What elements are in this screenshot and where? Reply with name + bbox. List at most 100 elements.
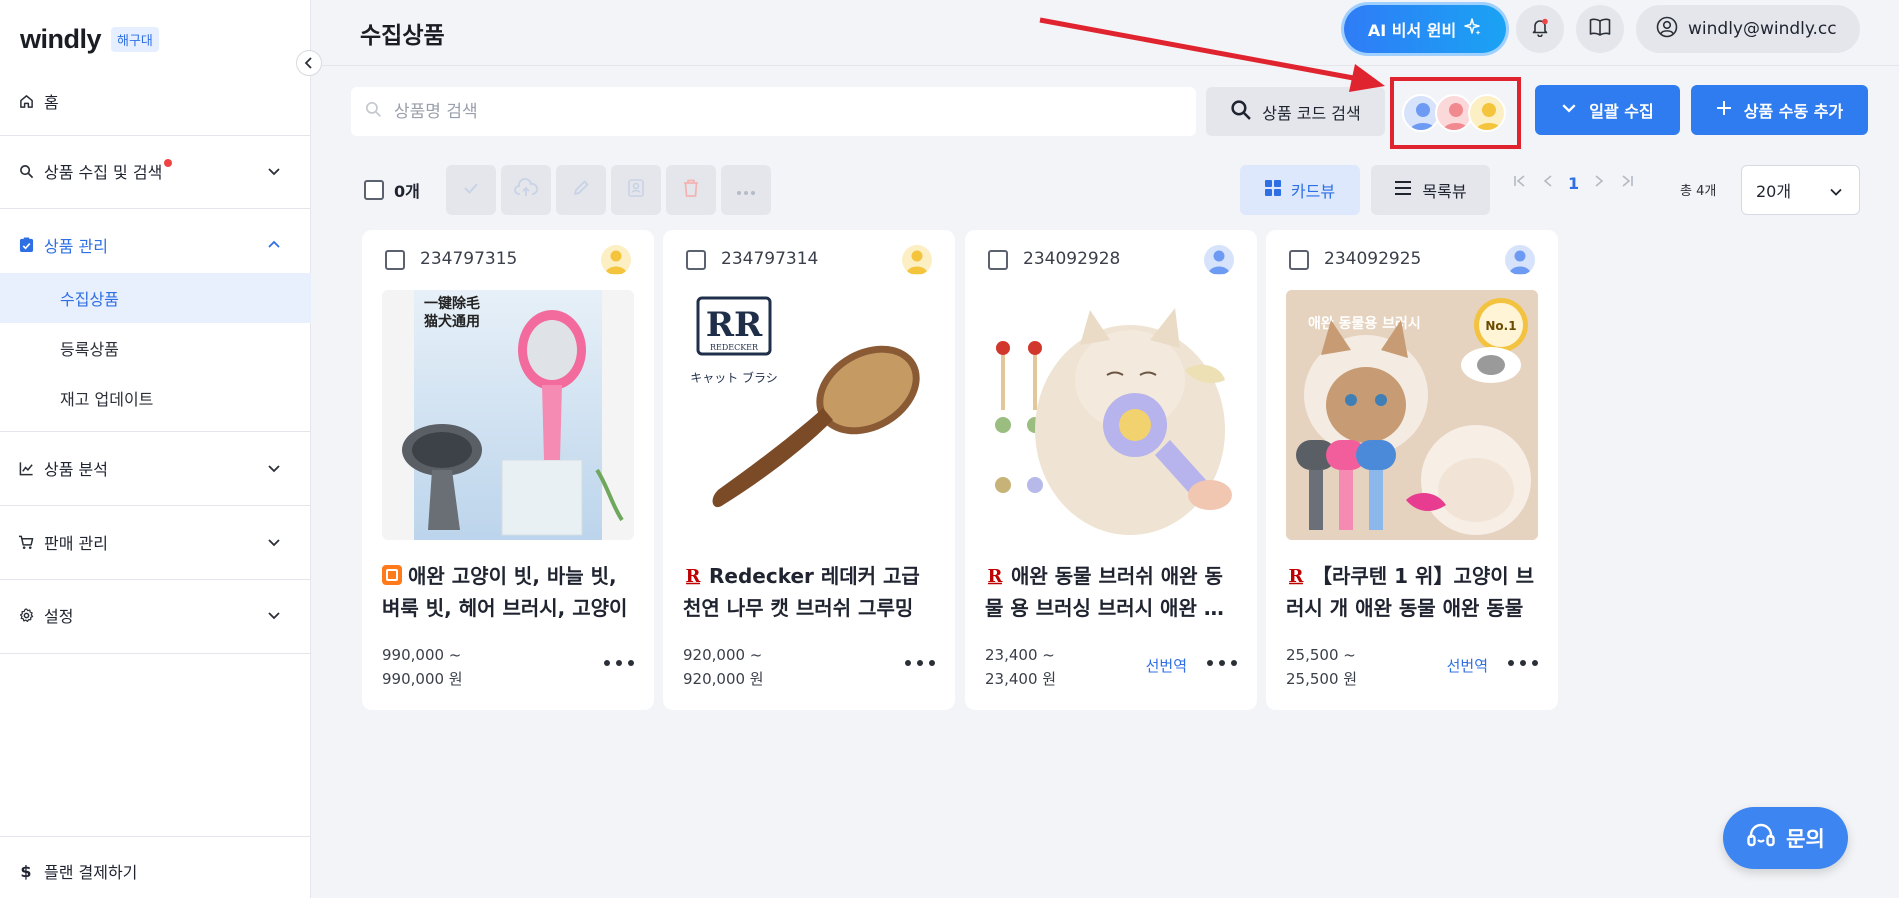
product-checkbox[interactable] xyxy=(1289,250,1309,270)
assignee-avatar[interactable] xyxy=(1505,245,1535,275)
logo[interactable]: windly xyxy=(20,24,102,55)
sub-stock-update[interactable]: 재고 업데이트 xyxy=(0,373,311,423)
product-checkbox[interactable] xyxy=(988,250,1008,270)
confirm-button[interactable] xyxy=(446,165,496,215)
first-page-icon[interactable] xyxy=(1512,173,1528,193)
nav-plan[interactable]: $ 플랜 결제하기 xyxy=(0,846,311,896)
nav-sales[interactable]: 판매 관리 xyxy=(0,517,311,567)
assignee-avatar[interactable] xyxy=(902,245,932,275)
product-checkbox[interactable] xyxy=(385,250,405,270)
more-actions-button[interactable] xyxy=(721,165,771,215)
cart-icon xyxy=(18,534,34,550)
notification-dot xyxy=(164,159,173,167)
price-min: 990,000 ~ xyxy=(382,646,462,664)
collaborator-avatars[interactable] xyxy=(1402,94,1506,132)
list-view-label: 목록뷰 xyxy=(1422,182,1467,201)
product-card[interactable]: 234092928 R 애완 동물 브러쉬 애완 동물 용 브러싱 브러시 애완 … xyxy=(965,230,1257,710)
assignee-avatar[interactable] xyxy=(1204,245,1234,275)
product-title-text: 애완 고양이 빗, 바늘 빗, 벼룩 빗, 헤어 브러시, 고양이 xyxy=(382,564,628,620)
product-image[interactable]: 애완 동물용 브러시 No.1 xyxy=(1286,290,1538,540)
edit-button[interactable] xyxy=(556,165,606,215)
product-checkbox[interactable] xyxy=(686,250,706,270)
more-icon[interactable] xyxy=(604,653,634,673)
product-card[interactable]: 234092925 애완 동물용 브러시 No.1 R 【라쿠텐 1 위】고양이… xyxy=(1266,230,1558,710)
delete-button[interactable] xyxy=(666,165,716,215)
chevron-down-icon xyxy=(1561,100,1577,120)
taobao-icon xyxy=(382,562,402,585)
product-price: 23,400 ~ 23,400 원 xyxy=(985,643,1056,691)
bulk-collect-button[interactable]: 일괄 수집 xyxy=(1535,85,1680,135)
more-horizontal-icon xyxy=(736,181,756,200)
sub-collected-products[interactable]: 수집상품 xyxy=(0,273,311,323)
product-id: 234092928 xyxy=(1023,249,1121,269)
product-code-search-button[interactable]: 상품 코드 검색 xyxy=(1206,87,1385,136)
image-caption: 猫犬通用 xyxy=(424,313,480,330)
page-title: 수집상품 xyxy=(360,23,445,49)
nav-manage[interactable]: 상품 관리 xyxy=(0,220,311,270)
chevron-down-icon xyxy=(1829,184,1843,203)
notifications-button[interactable] xyxy=(1516,5,1564,53)
list-view-button[interactable]: 목록뷰 xyxy=(1371,165,1490,215)
guide-button[interactable] xyxy=(1576,5,1624,53)
brand[interactable]: windly 해구대 xyxy=(20,24,159,55)
product-id: 234797315 xyxy=(420,249,518,269)
inquiry-button[interactable]: 문의 xyxy=(1723,807,1848,869)
product-title[interactable]: 애완 고양이 빗, 바늘 빗, 벼룩 빗, 헤어 브러시, 고양이 xyxy=(382,560,637,624)
more-icon[interactable] xyxy=(1508,653,1538,673)
trash-icon xyxy=(682,178,700,202)
home-icon xyxy=(18,93,34,109)
per-page-value: 20개 xyxy=(1756,182,1792,201)
current-page[interactable]: 1 xyxy=(1568,174,1579,193)
assign-button[interactable] xyxy=(611,165,661,215)
collapse-sidebar-button[interactable] xyxy=(296,50,322,76)
product-title[interactable]: R애완 동물 브러쉬 애완 동물 용 브러싱 브러시 애완 동물 xyxy=(985,560,1240,624)
card-view-label: 카드뷰 xyxy=(1290,182,1336,201)
last-page-icon[interactable] xyxy=(1619,173,1635,193)
chevron-up-icon xyxy=(267,237,281,256)
product-price: 990,000 ~ 990,000 원 xyxy=(382,643,463,691)
next-page-icon[interactable] xyxy=(1593,173,1605,193)
nav-home[interactable]: 홈 xyxy=(0,76,311,126)
product-card[interactable]: 234797315 一键除毛 猫犬通用 애완 고양이 빗, 바늘 빗, 벼룩 빗… xyxy=(362,230,654,710)
product-image[interactable] xyxy=(985,290,1237,540)
more-icon[interactable] xyxy=(1207,653,1237,673)
nav-collect[interactable]: 상품 수집 및 검색 xyxy=(0,146,311,196)
image-caption: キャット ブラシ xyxy=(690,370,778,385)
nav-settings[interactable]: 설정 xyxy=(0,590,311,640)
sub-registered-products[interactable]: 등록상품 xyxy=(0,323,311,373)
product-name-search[interactable] xyxy=(351,87,1196,136)
search-input[interactable] xyxy=(394,101,1174,122)
product-title-text: Redecker 레데커 고급 천연 나무 캣 브러쉬 그루밍 xyxy=(683,564,920,620)
upload-button[interactable] xyxy=(501,165,551,215)
select-all[interactable]: 0개 xyxy=(364,178,420,202)
assignee-avatar[interactable] xyxy=(601,245,631,275)
product-image[interactable]: 一键除毛 猫犬通用 xyxy=(382,290,634,540)
avatar[interactable] xyxy=(1468,94,1506,132)
nav-settings-label: 설정 xyxy=(44,607,74,626)
product-title[interactable]: R 【라쿠텐 1 위】고양이 브러시 개 애완 동물 애완 동물 xyxy=(1286,560,1541,624)
award-badge: No.1 xyxy=(1485,319,1516,333)
manual-add-button[interactable]: 상품 수동 추가 xyxy=(1691,85,1868,135)
price-min: 23,400 ~ xyxy=(985,646,1055,664)
product-code-search-label: 상품 코드 검색 xyxy=(1262,103,1361,123)
price-max: 25,500 원 xyxy=(1286,670,1358,688)
nav-analysis[interactable]: 상품 분석 xyxy=(0,443,311,493)
prev-page-icon[interactable] xyxy=(1542,173,1554,193)
per-page-select[interactable]: 20개 xyxy=(1741,165,1860,215)
more-icon[interactable] xyxy=(905,653,935,673)
product-card[interactable]: 234797314 RR REDECKER キャット ブラシ R Redecker… xyxy=(663,230,955,710)
ai-assistant-button[interactable]: AI 비서 윈비 xyxy=(1344,5,1506,53)
product-image[interactable]: RR REDECKER キャット ブラシ xyxy=(683,290,935,540)
annotation-highlight-box xyxy=(1390,77,1521,149)
select-all-checkbox[interactable] xyxy=(364,180,384,200)
price-max: 23,400 원 xyxy=(985,670,1057,688)
product-id: 234797314 xyxy=(721,249,819,269)
product-price: 25,500 ~ 25,500 원 xyxy=(1286,643,1357,691)
nav-sales-label: 판매 관리 xyxy=(44,534,108,553)
product-title[interactable]: R Redecker 레데커 고급 천연 나무 캣 브러쉬 그루밍 xyxy=(683,560,938,624)
chevron-down-icon xyxy=(267,163,281,182)
card-view-button[interactable]: 카드뷰 xyxy=(1240,165,1360,215)
search-icon xyxy=(18,163,34,179)
nav-collect-label: 상품 수집 및 검색 xyxy=(44,163,163,182)
user-menu-button[interactable]: windly@windly.cc xyxy=(1636,5,1860,53)
